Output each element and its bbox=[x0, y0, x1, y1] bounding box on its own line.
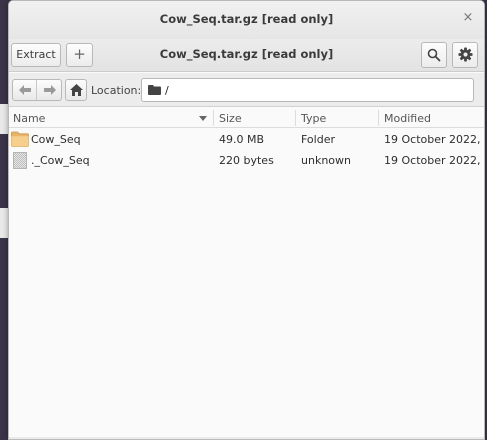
column-separator[interactable] bbox=[295, 110, 296, 126]
row-size: 49.0 MB bbox=[219, 133, 265, 146]
column-separator[interactable] bbox=[378, 110, 379, 126]
location-bar: Location: / bbox=[9, 73, 484, 107]
back-button[interactable] bbox=[13, 80, 37, 100]
add-files-button[interactable]: + bbox=[66, 43, 93, 67]
table-row[interactable]: Cow_Seq 49.0 MB Folder 19 October 2022, … bbox=[9, 129, 484, 150]
folder-icon bbox=[148, 85, 161, 95]
menu-button[interactable] bbox=[452, 42, 478, 68]
arrow-right-icon bbox=[44, 85, 56, 95]
column-type[interactable]: Type bbox=[301, 112, 326, 125]
arrow-left-icon bbox=[18, 85, 31, 95]
sort-descending-icon[interactable] bbox=[199, 116, 207, 121]
row-modified: 19 October 2022, 1... bbox=[384, 133, 484, 146]
title-bar[interactable]: Cow_Seq.tar.gz [read only] × bbox=[9, 1, 484, 39]
home-icon bbox=[69, 84, 83, 96]
toolbar: Extract + Cow_Seq.tar.gz [read only] bbox=[9, 39, 484, 72]
row-name: ._Cow_Seq bbox=[31, 154, 90, 167]
extract-button[interactable]: Extract bbox=[11, 43, 61, 67]
location-path: / bbox=[165, 84, 169, 97]
row-name: Cow_Seq bbox=[31, 133, 81, 146]
column-modified[interactable]: Modified bbox=[384, 112, 431, 125]
gear-icon bbox=[457, 47, 473, 62]
column-header: Name Size Type Modified bbox=[9, 108, 484, 128]
location-label: Location: bbox=[91, 84, 142, 97]
row-type: unknown bbox=[301, 154, 351, 167]
navigation-buttons bbox=[12, 79, 62, 101]
row-type: Folder bbox=[301, 133, 335, 146]
search-button[interactable] bbox=[421, 42, 447, 68]
window-bottom-edge bbox=[9, 437, 484, 439]
folder-icon bbox=[11, 131, 29, 147]
column-separator[interactable] bbox=[213, 110, 214, 126]
column-name[interactable]: Name bbox=[13, 112, 45, 125]
window-title: Cow_Seq.tar.gz [read only] bbox=[159, 12, 334, 26]
row-modified: 19 October 2022, 1... bbox=[384, 154, 484, 167]
column-size[interactable]: Size bbox=[219, 112, 242, 125]
table-row[interactable]: ._Cow_Seq 220 bytes unknown 19 October 2… bbox=[9, 150, 484, 171]
home-button[interactable] bbox=[65, 79, 87, 101]
archive-manager-window: Cow_Seq.tar.gz [read only] × Extract + C… bbox=[8, 0, 485, 440]
search-icon bbox=[427, 48, 441, 62]
file-icon bbox=[13, 152, 27, 169]
row-size: 220 bytes bbox=[219, 154, 274, 167]
close-button[interactable]: × bbox=[461, 11, 475, 25]
location-field[interactable]: / bbox=[141, 78, 474, 102]
forward-button[interactable] bbox=[38, 80, 61, 100]
